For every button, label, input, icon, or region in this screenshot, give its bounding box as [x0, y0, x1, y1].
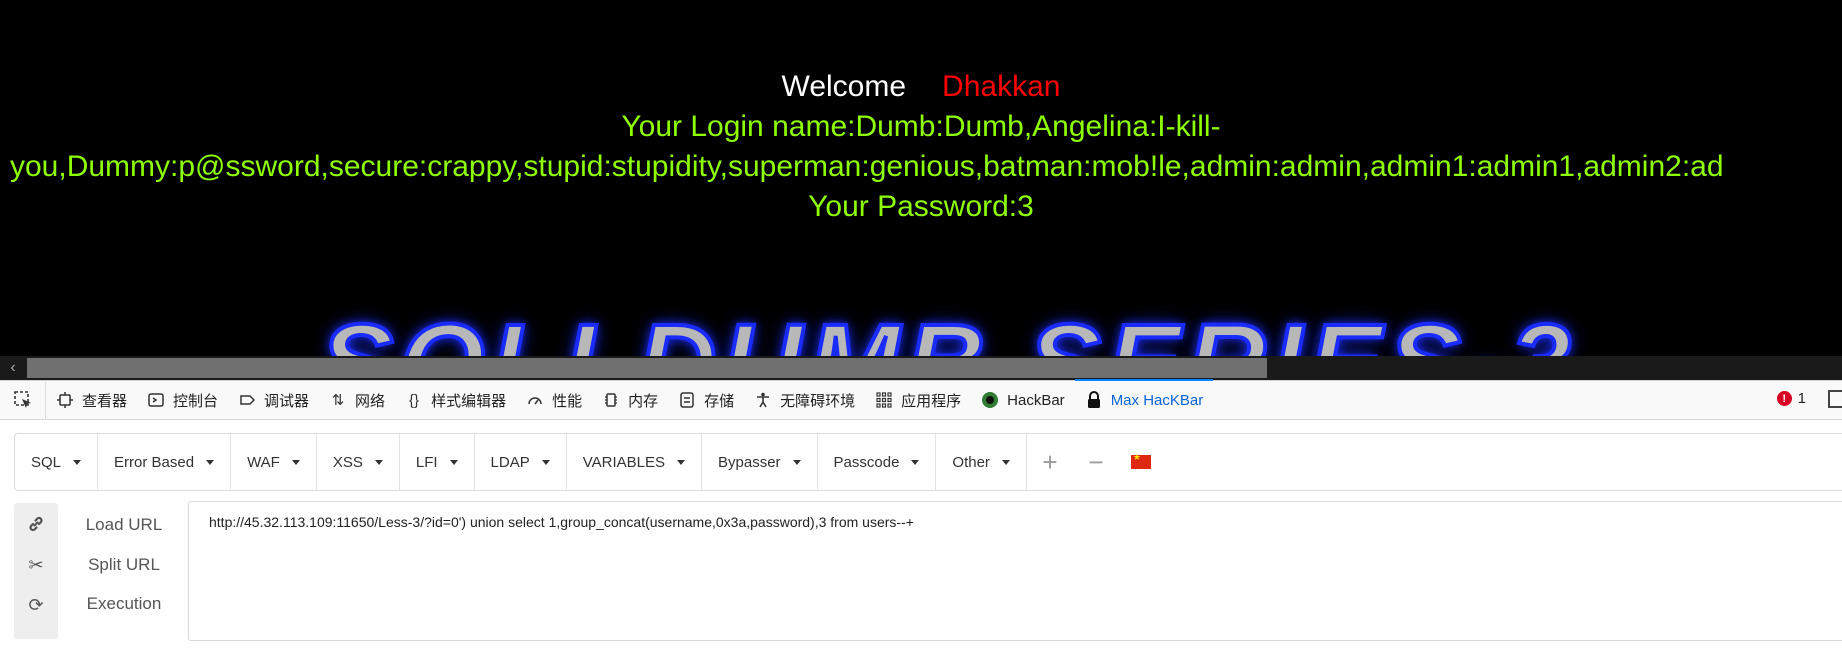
accessibility-icon: [754, 391, 772, 409]
memory-icon: [602, 391, 620, 409]
password-line: Your Password:3: [808, 190, 1034, 223]
scrollbar-thumb[interactable]: [27, 358, 1267, 378]
caret-down-icon: [911, 459, 920, 465]
horizontal-scrollbar[interactable]: ‹: [0, 356, 1842, 380]
tab-label: 性能: [552, 392, 583, 410]
menu-ldap[interactable]: LDAP: [475, 434, 567, 490]
menu-xss[interactable]: XSS: [317, 434, 400, 490]
menu-label: SQL: [31, 453, 62, 471]
network-icon: ⇅: [331, 392, 345, 409]
tab-debugger[interactable]: 调试器: [228, 380, 319, 420]
menu-label: Other: [952, 453, 990, 471]
caret-down-icon: [449, 459, 458, 465]
tab-label: Max HacKBar: [1110, 391, 1204, 409]
menu-label: VARIABLES: [582, 453, 665, 471]
page-viewport: Welcome Dhakkan Your Login name:Dumb:Dumb…: [0, 0, 1842, 380]
link-icon[interactable]: [26, 515, 46, 535]
tab-label: 应用程序: [901, 392, 962, 410]
inspector-icon: [56, 391, 74, 409]
tab-inspector[interactable]: 查看器: [46, 380, 137, 420]
username-text: Dhakkan: [942, 70, 1061, 103]
menu-passcode[interactable]: Passcode: [818, 434, 937, 490]
split-url-button[interactable]: Split URL: [72, 555, 176, 575]
debugger-icon: [238, 391, 256, 409]
element-picker-icon: [13, 391, 31, 408]
tab-performance[interactable]: 性能: [516, 380, 592, 420]
caret-down-icon: [206, 459, 215, 465]
welcome-line: Welcome Dhakkan: [0, 70, 1842, 104]
tab-label: 控制台: [173, 392, 219, 410]
tab-label: 查看器: [82, 392, 128, 410]
zoom-out-icon[interactable]: −: [1073, 434, 1119, 490]
menu-label: XSS: [332, 453, 363, 471]
caret-down-icon: [291, 459, 300, 465]
tab-label: 调试器: [264, 392, 310, 410]
load-url-button[interactable]: Load URL: [72, 515, 176, 535]
action-icon-strip: ✂ ⟳: [14, 503, 58, 639]
tab-label: 内存: [628, 392, 659, 410]
max-hackbar-panel: SQL Error Based WAF XSS LFI LDAP VARIABL…: [0, 421, 1842, 648]
tab-memory[interactable]: 内存: [592, 380, 668, 420]
zoom-in-icon[interactable]: +: [1027, 434, 1073, 490]
storage-icon: [678, 391, 696, 409]
element-picker-button[interactable]: [0, 380, 46, 420]
url-input[interactable]: http://45.32.113.109:11650/Less-3/?id=0'…: [188, 501, 1842, 641]
application-icon: [875, 391, 893, 409]
tab-application[interactable]: 应用程序: [865, 380, 971, 420]
caret-down-icon: [374, 459, 383, 465]
hackbar-icon: [981, 391, 999, 409]
scissors-icon[interactable]: ✂: [26, 555, 46, 575]
caret-down-icon: [73, 459, 82, 465]
style-editor-icon: {}: [409, 391, 420, 409]
welcome-text: Welcome: [781, 70, 907, 103]
devtools-toolbar: 查看器 控制台 调试器 ⇅ 网络 {} 样式编辑器 性能 内存 存储 无障碍环境…: [0, 379, 1842, 420]
menu-lfi[interactable]: LFI: [400, 434, 475, 490]
caret-down-icon: [677, 459, 685, 465]
menu-label: Bypasser: [718, 453, 781, 471]
tab-label: 样式编辑器: [431, 392, 507, 410]
execution-button[interactable]: Execution: [72, 594, 176, 614]
error-count-badge[interactable]: ! 1: [1776, 390, 1806, 407]
china-flag-icon[interactable]: [1130, 452, 1151, 469]
tab-style-editor[interactable]: {} 样式编辑器: [395, 380, 516, 420]
tab-max-hackbar[interactable]: Max HacKBar: [1074, 379, 1214, 420]
max-hackbar-icon: [1085, 391, 1103, 409]
login-name-line-2: you,Dummy:p@ssword,secure:crappy,stupid:…: [10, 150, 1724, 183]
error-icon: !: [1776, 391, 1792, 406]
menu-error-based[interactable]: Error Based: [98, 434, 232, 490]
menu-bypasser[interactable]: Bypasser: [702, 434, 818, 490]
menu-other[interactable]: Other: [936, 434, 1027, 490]
hackbar-menu: SQL Error Based WAF XSS LFI LDAP VARIABL…: [14, 433, 1842, 491]
menu-label: LFI: [415, 453, 438, 471]
tab-label: HackBar: [1007, 391, 1065, 409]
caret-down-icon: [792, 459, 801, 465]
dock-options-icon[interactable]: [1828, 390, 1842, 408]
tab-label: 网络: [355, 392, 386, 410]
caret-down-icon: [1001, 459, 1010, 465]
tab-storage[interactable]: 存储: [668, 380, 744, 420]
refresh-icon[interactable]: ⟳: [26, 595, 46, 615]
menu-label: Passcode: [833, 453, 900, 471]
tab-label: 存储: [704, 392, 735, 410]
menu-waf[interactable]: WAF: [231, 434, 317, 490]
login-name-line-1: Your Login name:Dumb:Dumb,Angelina:I-kil…: [621, 110, 1221, 143]
tab-network[interactable]: ⇅ 网络: [319, 380, 395, 420]
console-icon: [147, 391, 165, 409]
error-count: 1: [1797, 390, 1806, 407]
menu-label: LDAP: [490, 453, 530, 471]
caret-down-icon: [541, 459, 550, 465]
menu-label: WAF: [247, 453, 280, 471]
menu-variables[interactable]: VARIABLES: [567, 434, 702, 490]
menu-label: Error Based: [114, 453, 195, 471]
menu-sql[interactable]: SQL: [15, 434, 99, 490]
scroll-left-icon[interactable]: ‹: [0, 356, 26, 380]
tab-label: 无障碍环境: [780, 392, 856, 410]
tab-console[interactable]: 控制台: [137, 380, 228, 420]
tab-accessibility[interactable]: 无障碍环境: [744, 380, 865, 420]
tab-hackbar[interactable]: HackBar: [971, 380, 1075, 420]
performance-icon: [526, 391, 544, 409]
